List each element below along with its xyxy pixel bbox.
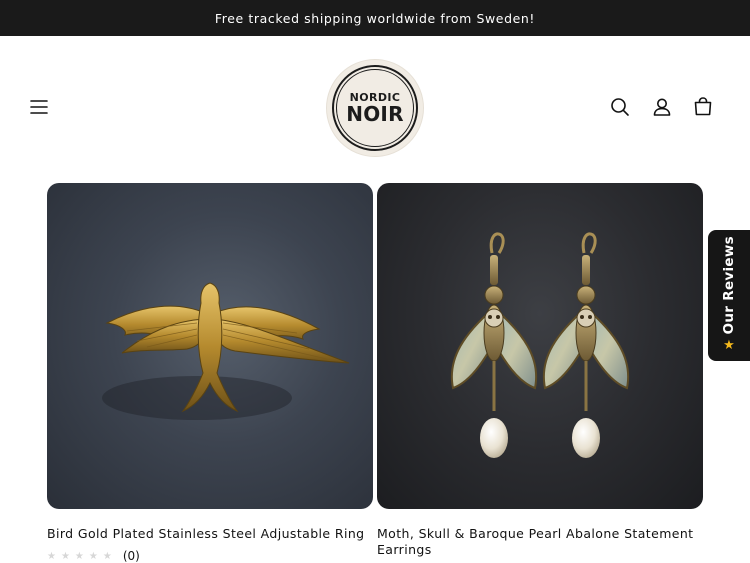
brand-logo[interactable]: NORDIC NOIR: [327, 60, 423, 156]
our-reviews-tab[interactable]: Our Reviews ★: [708, 230, 750, 361]
star-icon: ★: [723, 338, 735, 353]
announcement-bar: Free tracked shipping worldwide from Swe…: [0, 0, 750, 36]
search-button[interactable]: [607, 94, 633, 120]
rating-stars: ★★★★★: [47, 550, 117, 562]
account-icon: [653, 98, 671, 116]
product-title[interactable]: Bird Gold Plated Stainless Steel Adjusta…: [47, 526, 373, 542]
cart-button[interactable]: [690, 94, 716, 120]
cart-icon: [694, 97, 712, 116]
logo-text: NORDIC NOIR: [346, 92, 403, 124]
product-title[interactable]: Moth, Skull & Baroque Pearl Abalone Stat…: [377, 526, 703, 558]
site-header: NORDIC NOIR: [0, 36, 750, 178]
logo-line-2: NOIR: [346, 102, 404, 126]
menu-icon: [30, 100, 48, 114]
product-image-moth-earrings[interactable]: [377, 183, 703, 509]
rating-count: (0): [122, 549, 140, 563]
product-image-bird-ring[interactable]: [47, 183, 373, 509]
account-button[interactable]: [649, 94, 675, 120]
product-rating: ★★★★★ (0): [47, 549, 140, 563]
search-icon: [611, 98, 629, 116]
announcement-text: Free tracked shipping worldwide from Swe…: [214, 10, 536, 26]
reviews-tab-label: Our Reviews: [721, 235, 737, 334]
menu-button[interactable]: [26, 94, 52, 120]
